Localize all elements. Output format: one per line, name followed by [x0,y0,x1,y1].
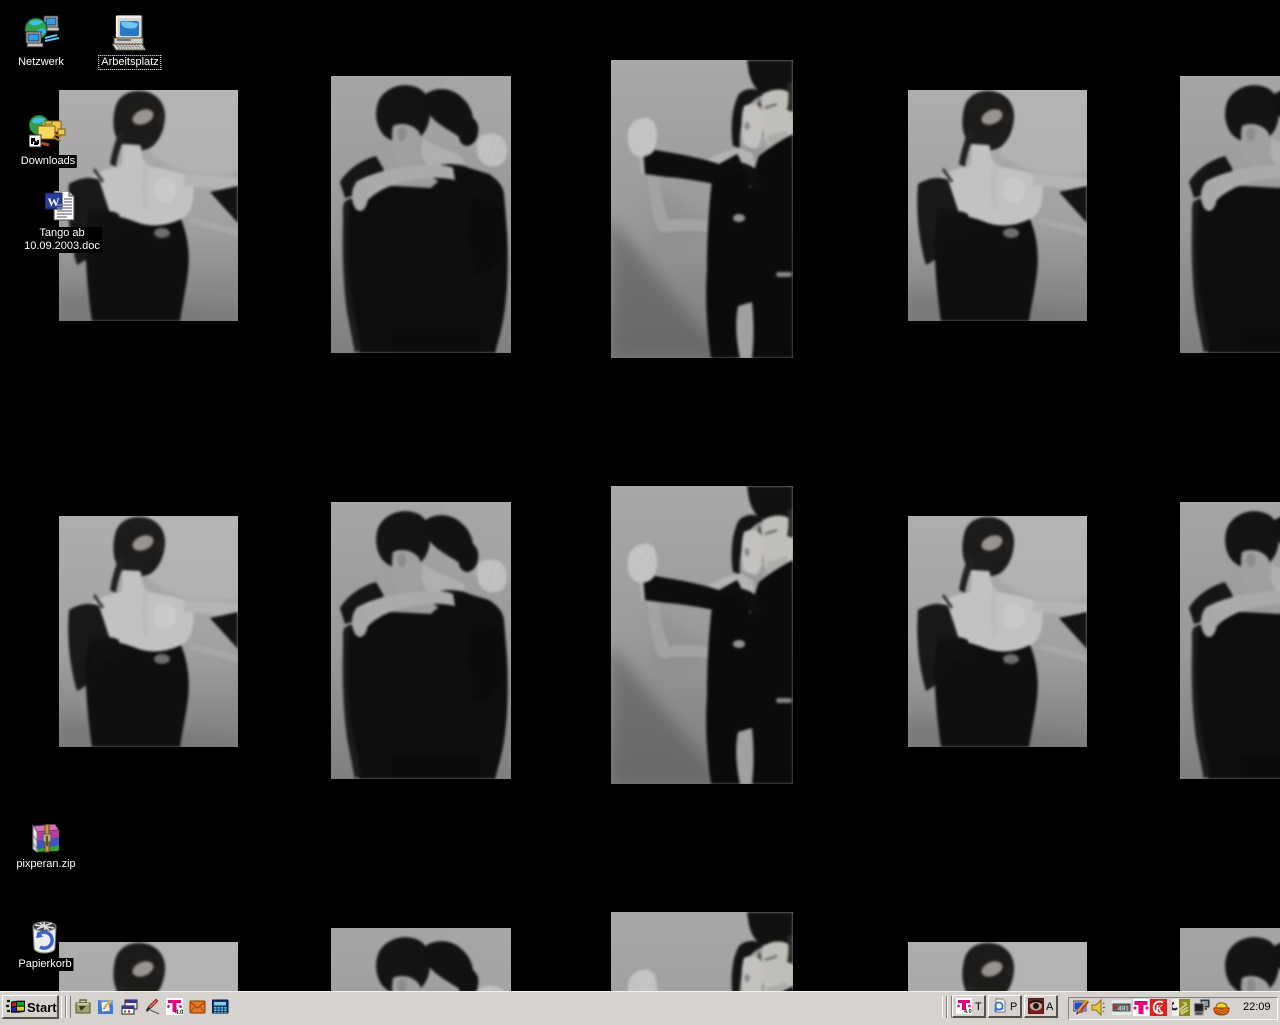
svg-text:K: K [1154,1003,1163,1015]
svg-text:4.0: 4.0 [175,1010,183,1015]
svg-text:491: 491 [1118,1006,1129,1013]
svg-text:W: W [48,195,60,209]
svg-text:4.0: 4.0 [964,1009,972,1014]
